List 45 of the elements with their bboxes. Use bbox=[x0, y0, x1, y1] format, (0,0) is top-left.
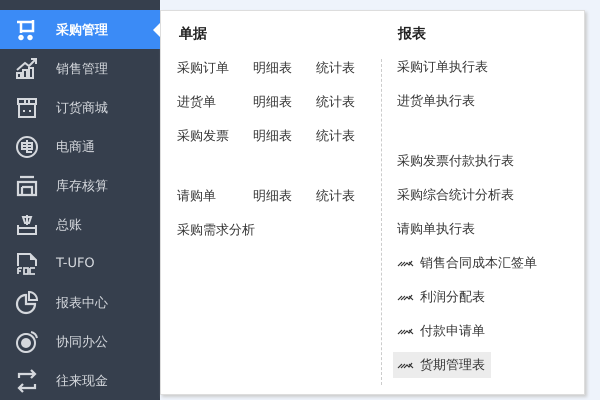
zigzag-icon bbox=[397, 327, 414, 335]
swap-arrows-icon bbox=[15, 368, 39, 392]
sidebar-item[interactable]: 销售管理 bbox=[0, 49, 160, 88]
menu-link[interactable]: 采购发票付款执行表 bbox=[393, 148, 520, 174]
menu-link[interactable]: 进货单 bbox=[177, 93, 253, 111]
menu-link[interactable]: 明细表 bbox=[253, 187, 316, 205]
menu-link[interactable]: 采购发票 bbox=[177, 127, 253, 145]
menu-link[interactable]: 统计表 bbox=[316, 187, 355, 205]
menu-link[interactable]: 采购需求分析 bbox=[177, 221, 255, 239]
tray-icon bbox=[15, 174, 39, 198]
sidebar-item[interactable]: 电商通 bbox=[0, 127, 160, 166]
menu-link[interactable]: 进货单执行表 bbox=[393, 88, 481, 114]
menu-link[interactable]: 明细表 bbox=[253, 127, 316, 145]
column-heading: 报表 bbox=[398, 25, 427, 44]
menu-link[interactable]: 明细表 bbox=[253, 93, 316, 111]
menu-link[interactable]: 统计表 bbox=[316, 127, 355, 145]
menu-link[interactable]: 统计表 bbox=[316, 93, 355, 111]
sidebar-item[interactable]: 往来现金 bbox=[0, 361, 160, 400]
sidebar-item[interactable]: 总账 bbox=[0, 205, 160, 244]
menu-link[interactable]: 采购订单执行表 bbox=[393, 54, 494, 80]
menu-link[interactable]: 统计表 bbox=[316, 59, 355, 77]
menu-link[interactable]: 采购综合统计分析表 bbox=[393, 182, 520, 208]
bar-chart-icon bbox=[15, 56, 39, 80]
sidebar-item[interactable]: 报表中心 bbox=[0, 283, 160, 322]
menu-link[interactable]: 利润分配表 bbox=[393, 284, 491, 310]
ring-icon bbox=[15, 330, 39, 354]
column-heading: 单据 bbox=[179, 25, 208, 44]
circle-badge-icon bbox=[15, 134, 39, 158]
store-icon bbox=[15, 96, 39, 120]
sidebar-item[interactable]: 协同办公 bbox=[0, 322, 160, 361]
sidebar-item[interactable]: 库存核算 bbox=[0, 166, 160, 205]
menu-link[interactable]: 请购单执行表 bbox=[393, 216, 481, 242]
menu-link[interactable]: 销售合同成本汇签单 bbox=[393, 250, 543, 276]
pie-chart-icon bbox=[15, 290, 39, 314]
menu-link[interactable]: 付款申请单 bbox=[393, 318, 491, 344]
menu-link[interactable]: 请购单 bbox=[177, 187, 253, 205]
menu-link[interactable]: 采购订单 bbox=[177, 59, 253, 77]
sidebar-item[interactable]: T-UFO bbox=[0, 244, 160, 283]
menu-link[interactable]: 货期管理表 bbox=[393, 352, 491, 378]
zigzag-icon bbox=[397, 293, 414, 301]
sidebar-item[interactable]: 订货商城 bbox=[0, 88, 160, 127]
menu-link[interactable]: 明细表 bbox=[253, 59, 316, 77]
document-icon bbox=[15, 252, 39, 276]
zigzag-icon bbox=[397, 361, 414, 369]
zigzag-icon bbox=[397, 259, 414, 267]
